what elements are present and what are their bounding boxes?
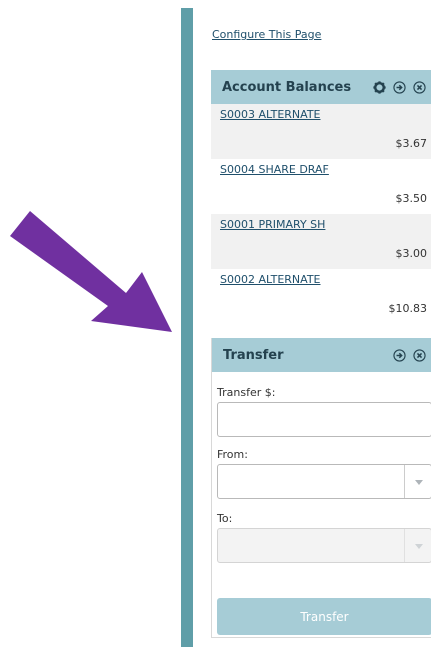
circle-arrow-icon[interactable] (393, 348, 406, 362)
chevron-down-icon (415, 480, 423, 485)
gear-icon[interactable] (373, 80, 386, 94)
transfer-header: Transfer (212, 338, 431, 372)
to-select[interactable] (217, 528, 431, 563)
circle-close-icon[interactable] (413, 348, 426, 362)
circle-arrow-icon[interactable] (393, 80, 406, 94)
account-row: S0004 SHARE DRAF $3.50 (211, 159, 431, 214)
configure-page-link[interactable]: Configure This Page (212, 28, 321, 41)
account-balances-title: Account Balances (222, 79, 352, 95)
transfer-panel: Transfer Transfer $: From: To: Transfer (211, 338, 431, 638)
account-row: S0002 ALTERNATE $10.83 (211, 269, 431, 324)
transfer-title: Transfer (223, 347, 284, 363)
account-balance: $10.83 (388, 302, 428, 315)
account-balance: $3.67 (395, 137, 428, 150)
to-label: To: (217, 512, 233, 525)
account-link[interactable]: S0001 PRIMARY SH (220, 218, 325, 231)
from-label: From: (217, 448, 248, 461)
account-link[interactable]: S0003 ALTERNATE (220, 108, 321, 121)
annotation-arrow-icon (10, 211, 172, 332)
account-link[interactable]: S0002 ALTERNATE (220, 273, 321, 286)
transfer-amount-input[interactable] (217, 402, 431, 437)
account-row: S0001 PRIMARY SH $3.00 (211, 214, 431, 269)
transfer-amount-label: Transfer $: (217, 386, 276, 399)
account-balance: $3.00 (395, 247, 428, 260)
chevron-down-icon (415, 544, 423, 549)
sidebar-accent-bar (181, 8, 193, 647)
account-link[interactable]: S0004 SHARE DRAF (220, 163, 329, 176)
account-row: S0003 ALTERNATE $3.67 (211, 104, 431, 159)
account-balance: $3.50 (395, 192, 428, 205)
account-balances-panel: Account Balances S0003 ALTERNATE $3.67 S… (211, 70, 431, 322)
circle-close-icon[interactable] (413, 80, 426, 94)
transfer-button[interactable]: Transfer (217, 598, 431, 635)
account-balances-header: Account Balances (211, 70, 431, 104)
from-select[interactable] (217, 464, 431, 499)
